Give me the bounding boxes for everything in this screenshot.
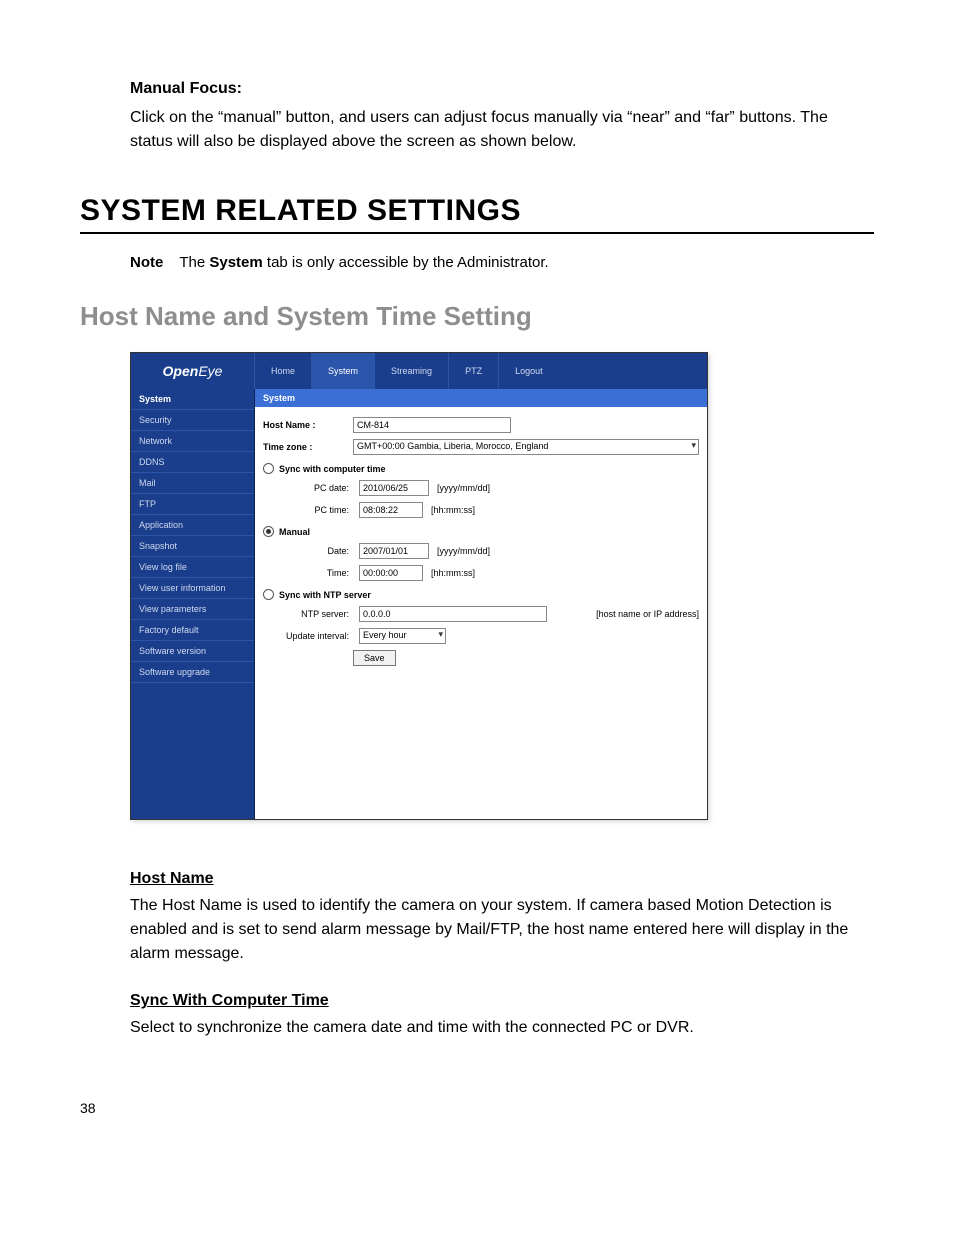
hostname-label: Host Name : (263, 420, 349, 430)
pc-time-hint: [hh:mm:ss] (431, 505, 475, 515)
section-heading: SYSTEM RELATED SETTINGS (80, 194, 874, 228)
manual-time-label: Time: (299, 568, 355, 578)
ui-header: OpenEye Home System Streaming PTZ Logout (131, 353, 707, 389)
note-text: The System tab is only accessible by the… (179, 254, 548, 271)
ntp-server-label: NTP server: (279, 609, 355, 619)
page-number: 38 (80, 1100, 874, 1116)
manual-date-label: Date: (299, 546, 355, 556)
timezone-label: Time zone : (263, 442, 349, 452)
ui-screenshot: OpenEye Home System Streaming PTZ Logout… (130, 352, 708, 820)
panel-title: System (255, 389, 707, 407)
manual-date-input[interactable] (359, 543, 429, 559)
sidebar-item-view-user-info[interactable]: View user information (131, 578, 254, 599)
top-tabs: Home System Streaming PTZ Logout (255, 353, 707, 389)
tab-system[interactable]: System (312, 353, 375, 389)
sidebar-item-view-parameters[interactable]: View parameters (131, 599, 254, 620)
update-interval-select[interactable]: Every hour (359, 628, 446, 644)
sidebar-item-view-log[interactable]: View log file (131, 557, 254, 578)
sidebar-item-ddns[interactable]: DDNS (131, 452, 254, 473)
pc-time-label: PC time: (299, 505, 355, 515)
radio-manual-label: Manual (279, 527, 310, 537)
note-post: tab is only accessible by the Administra… (263, 254, 549, 271)
sidebar-item-network[interactable]: Network (131, 431, 254, 452)
pc-date-label: PC date: (299, 483, 355, 493)
update-interval-label: Update interval: (279, 631, 355, 641)
manual-focus-heading: Manual Focus: (130, 80, 874, 98)
note-label: Note (130, 254, 163, 271)
subsection-heading: Host Name and System Time Setting (80, 301, 874, 332)
timezone-select[interactable]: GMT+00:00 Gambia, Liberia, Morocco, Engl… (353, 439, 699, 455)
manual-time-hint: [hh:mm:ss] (431, 568, 475, 578)
pc-time-input[interactable] (359, 502, 423, 518)
save-button[interactable]: Save (353, 650, 396, 666)
logo-bold: Open (163, 363, 199, 379)
hostname-input[interactable] (353, 417, 511, 433)
sync-section-heading: Sync With Computer Time (130, 992, 874, 1010)
sidebar-item-application[interactable]: Application (131, 515, 254, 536)
hostname-section-heading: Host Name (130, 870, 874, 888)
tab-ptz[interactable]: PTZ (449, 353, 499, 389)
sync-section-text: Select to synchronize the camera date an… (130, 1016, 874, 1040)
logo: OpenEye (131, 353, 255, 389)
ntp-server-hint: [host name or IP address] (596, 609, 699, 619)
section-rule (80, 232, 874, 234)
radio-sync-pc-label: Sync with computer time (279, 464, 386, 474)
sidebar-item-ftp[interactable]: FTP (131, 494, 254, 515)
manual-focus-text: Click on the “manual” button, and users … (130, 106, 874, 154)
manual-date-hint: [yyyy/mm/dd] (437, 546, 490, 556)
note-bold: System (209, 254, 262, 271)
logo-thin: Eye (198, 363, 222, 379)
sidebar-item-factory-default[interactable]: Factory default (131, 620, 254, 641)
sidebar-item-software-version[interactable]: Software version (131, 641, 254, 662)
sidebar-item-mail[interactable]: Mail (131, 473, 254, 494)
tab-logout[interactable]: Logout (499, 353, 559, 389)
tab-streaming[interactable]: Streaming (375, 353, 449, 389)
radio-sync-pc[interactable] (263, 463, 274, 474)
main-panel: System Host Name : Time zone : GMT+00:00… (255, 389, 707, 819)
sidebar-item-software-upgrade[interactable]: Software upgrade (131, 662, 254, 683)
sidebar: System Security Network DDNS Mail FTP Ap… (131, 389, 255, 819)
manual-time-input[interactable] (359, 565, 423, 581)
pc-date-input[interactable] (359, 480, 429, 496)
hostname-section-text: The Host Name is used to identify the ca… (130, 894, 874, 966)
pc-date-hint: [yyyy/mm/dd] (437, 483, 490, 493)
radio-sync-ntp-label: Sync with NTP server (279, 590, 371, 600)
radio-manual[interactable] (263, 526, 274, 537)
sidebar-item-snapshot[interactable]: Snapshot (131, 536, 254, 557)
sidebar-item-security[interactable]: Security (131, 410, 254, 431)
radio-sync-ntp[interactable] (263, 589, 274, 600)
sidebar-item-system[interactable]: System (131, 389, 254, 410)
tab-home[interactable]: Home (255, 353, 312, 389)
note-pre: The (179, 254, 209, 271)
ntp-server-input[interactable] (359, 606, 547, 622)
